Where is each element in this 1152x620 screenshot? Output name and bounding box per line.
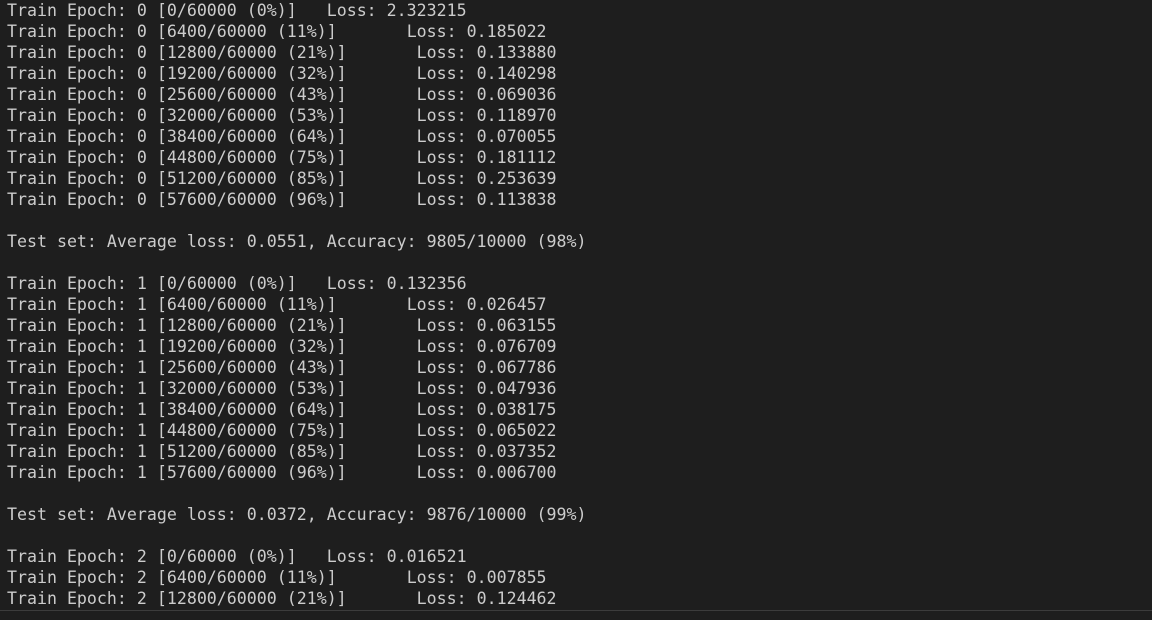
test-result-line: Test set: Average loss: 0.0551, Accuracy…: [7, 232, 587, 251]
train-log-line: Train Epoch: 1 [19200/60000 (32%)] Loss: …: [7, 336, 586, 357]
train-progress-text: Train Epoch: 2 [6400/60000 (11%)]: [7, 568, 337, 587]
train-progress-text: Train Epoch: 0 [0/60000 (0%)]: [7, 1, 297, 20]
train-log-line: Train Epoch: 2 [12800/60000 (21%)] Loss: …: [7, 588, 586, 609]
loss-value-text: Loss: 0.253639: [416, 169, 557, 188]
panel-bottom-divider: [0, 610, 1152, 611]
loss-value-text: Loss: 2.323215: [326, 1, 467, 20]
train-progress-text: Train Epoch: 0 [19200/60000 (32%)]: [7, 64, 347, 83]
train-log-line: Train Epoch: 0 [12800/60000 (21%)] Loss: …: [7, 42, 586, 63]
train-log-line: Train Epoch: 0 [0/60000 (0%)] Loss: 2.323…: [7, 0, 586, 21]
train-progress-text: Train Epoch: 1 [0/60000 (0%)]: [7, 274, 297, 293]
loss-value-text: Loss: 0.067786: [416, 358, 557, 377]
train-progress-text: Train Epoch: 1 [6400/60000 (11%)]: [7, 295, 337, 314]
loss-value-text: Loss: 0.047936: [416, 379, 557, 398]
loss-value-text: Loss: 0.181112: [416, 148, 557, 167]
loss-value-text: Loss: 0.124462: [416, 589, 557, 608]
train-log-line: Train Epoch: 1 [51200/60000 (85%)] Loss: …: [7, 441, 586, 462]
loss-value-text: Loss: 0.132356: [326, 274, 467, 293]
train-progress-text: Train Epoch: 0 [38400/60000 (64%)]: [7, 127, 347, 146]
train-progress-text: Train Epoch: 0 [32000/60000 (53%)]: [7, 106, 347, 125]
train-progress-text: Train Epoch: 1 [25600/60000 (43%)]: [7, 358, 347, 377]
train-log-line: Train Epoch: 1 [38400/60000 (64%)] Loss: …: [7, 399, 586, 420]
train-log-line: Train Epoch: 0 [6400/60000 (11%)] Loss: 0…: [7, 21, 586, 42]
train-progress-text: Train Epoch: 0 [44800/60000 (75%)]: [7, 148, 347, 167]
loss-value-text: Loss: 0.026457: [406, 295, 547, 314]
loss-value-text: Loss: 0.070055: [416, 127, 557, 146]
train-progress-text: Train Epoch: 1 [44800/60000 (75%)]: [7, 421, 347, 440]
loss-value-text: Loss: 0.016521: [326, 547, 467, 566]
loss-value-text: Loss: 0.076709: [416, 337, 557, 356]
loss-value-text: Loss: 0.063155: [416, 316, 557, 335]
loss-value-text: Loss: 0.037352: [416, 442, 557, 461]
train-log-line: Train Epoch: 1 [44800/60000 (75%)] Loss: …: [7, 420, 586, 441]
train-progress-text: Train Epoch: 1 [57600/60000 (96%)]: [7, 463, 347, 482]
train-log-line: Train Epoch: 1 [0/60000 (0%)] Loss: 0.132…: [7, 273, 586, 294]
loss-value-text: Loss: 0.133880: [416, 43, 557, 62]
train-log-line: Train Epoch: 2 [6400/60000 (11%)] Loss: 0…: [7, 567, 586, 588]
train-log-line: Train Epoch: 0 [38400/60000 (64%)] Loss: …: [7, 126, 586, 147]
train-log-line: Train Epoch: 0 [19200/60000 (32%)] Loss: …: [7, 63, 586, 84]
loss-value-text: Loss: 0.007855: [406, 568, 547, 587]
train-progress-text: Train Epoch: 2 [0/60000 (0%)]: [7, 547, 297, 566]
loss-value-text: Loss: 0.069036: [416, 85, 557, 104]
train-log-line: Train Epoch: 0 [32000/60000 (53%)] Loss: …: [7, 105, 586, 126]
train-progress-text: Train Epoch: 0 [12800/60000 (21%)]: [7, 43, 347, 62]
loss-value-text: Loss: 0.006700: [416, 463, 557, 482]
loss-value-text: Loss: 0.118970: [416, 106, 557, 125]
train-log-line: Train Epoch: 1 [32000/60000 (53%)] Loss: …: [7, 378, 586, 399]
train-progress-text: Train Epoch: 2 [12800/60000 (21%)]: [7, 589, 347, 608]
train-progress-text: Train Epoch: 0 [6400/60000 (11%)]: [7, 22, 337, 41]
train-log-line: Train Epoch: 0 [44800/60000 (75%)] Loss: …: [7, 147, 586, 168]
loss-value-text: Loss: 0.065022: [416, 421, 557, 440]
loss-value-text: Loss: 0.140298: [416, 64, 557, 83]
train-progress-text: Train Epoch: 1 [38400/60000 (64%)]: [7, 400, 347, 419]
train-log-line: Train Epoch: 0 [25600/60000 (43%)] Loss: …: [7, 84, 586, 105]
terminal-output: Train Epoch: 0 [0/60000 (0%)] Loss: 2.323…: [7, 0, 586, 609]
train-log-line: Train Epoch: 2 [0/60000 (0%)] Loss: 0.016…: [7, 546, 586, 567]
train-progress-text: Train Epoch: 1 [51200/60000 (85%)]: [7, 442, 347, 461]
train-log-line: Train Epoch: 1 [25600/60000 (43%)] Loss: …: [7, 357, 586, 378]
train-progress-text: Train Epoch: 0 [57600/60000 (96%)]: [7, 190, 347, 209]
terminal-panel[interactable]: Train Epoch: 0 [0/60000 (0%)] Loss: 2.323…: [0, 0, 1152, 620]
train-log-line: Train Epoch: 1 [57600/60000 (96%)] Loss: …: [7, 462, 586, 483]
train-log-line: Train Epoch: 0 [51200/60000 (85%)] Loss: …: [7, 168, 586, 189]
train-progress-text: Train Epoch: 0 [51200/60000 (85%)]: [7, 169, 347, 188]
train-log-line: Train Epoch: 1 [12800/60000 (21%)] Loss: …: [7, 315, 586, 336]
train-progress-text: Train Epoch: 0 [25600/60000 (43%)]: [7, 85, 347, 104]
train-progress-text: Train Epoch: 1 [19200/60000 (32%)]: [7, 337, 347, 356]
train-log-line: Train Epoch: 0 [57600/60000 (96%)] Loss: …: [7, 189, 586, 210]
loss-value-text: Loss: 0.113838: [416, 190, 557, 209]
train-progress-text: Train Epoch: 1 [12800/60000 (21%)]: [7, 316, 347, 335]
train-log-line: Train Epoch: 1 [6400/60000 (11%)] Loss: 0…: [7, 294, 586, 315]
loss-value-text: Loss: 0.038175: [416, 400, 557, 419]
train-progress-text: Train Epoch: 1 [32000/60000 (53%)]: [7, 379, 347, 398]
test-result-line: Test set: Average loss: 0.0372, Accuracy…: [7, 505, 587, 524]
loss-value-text: Loss: 0.185022: [406, 22, 547, 41]
